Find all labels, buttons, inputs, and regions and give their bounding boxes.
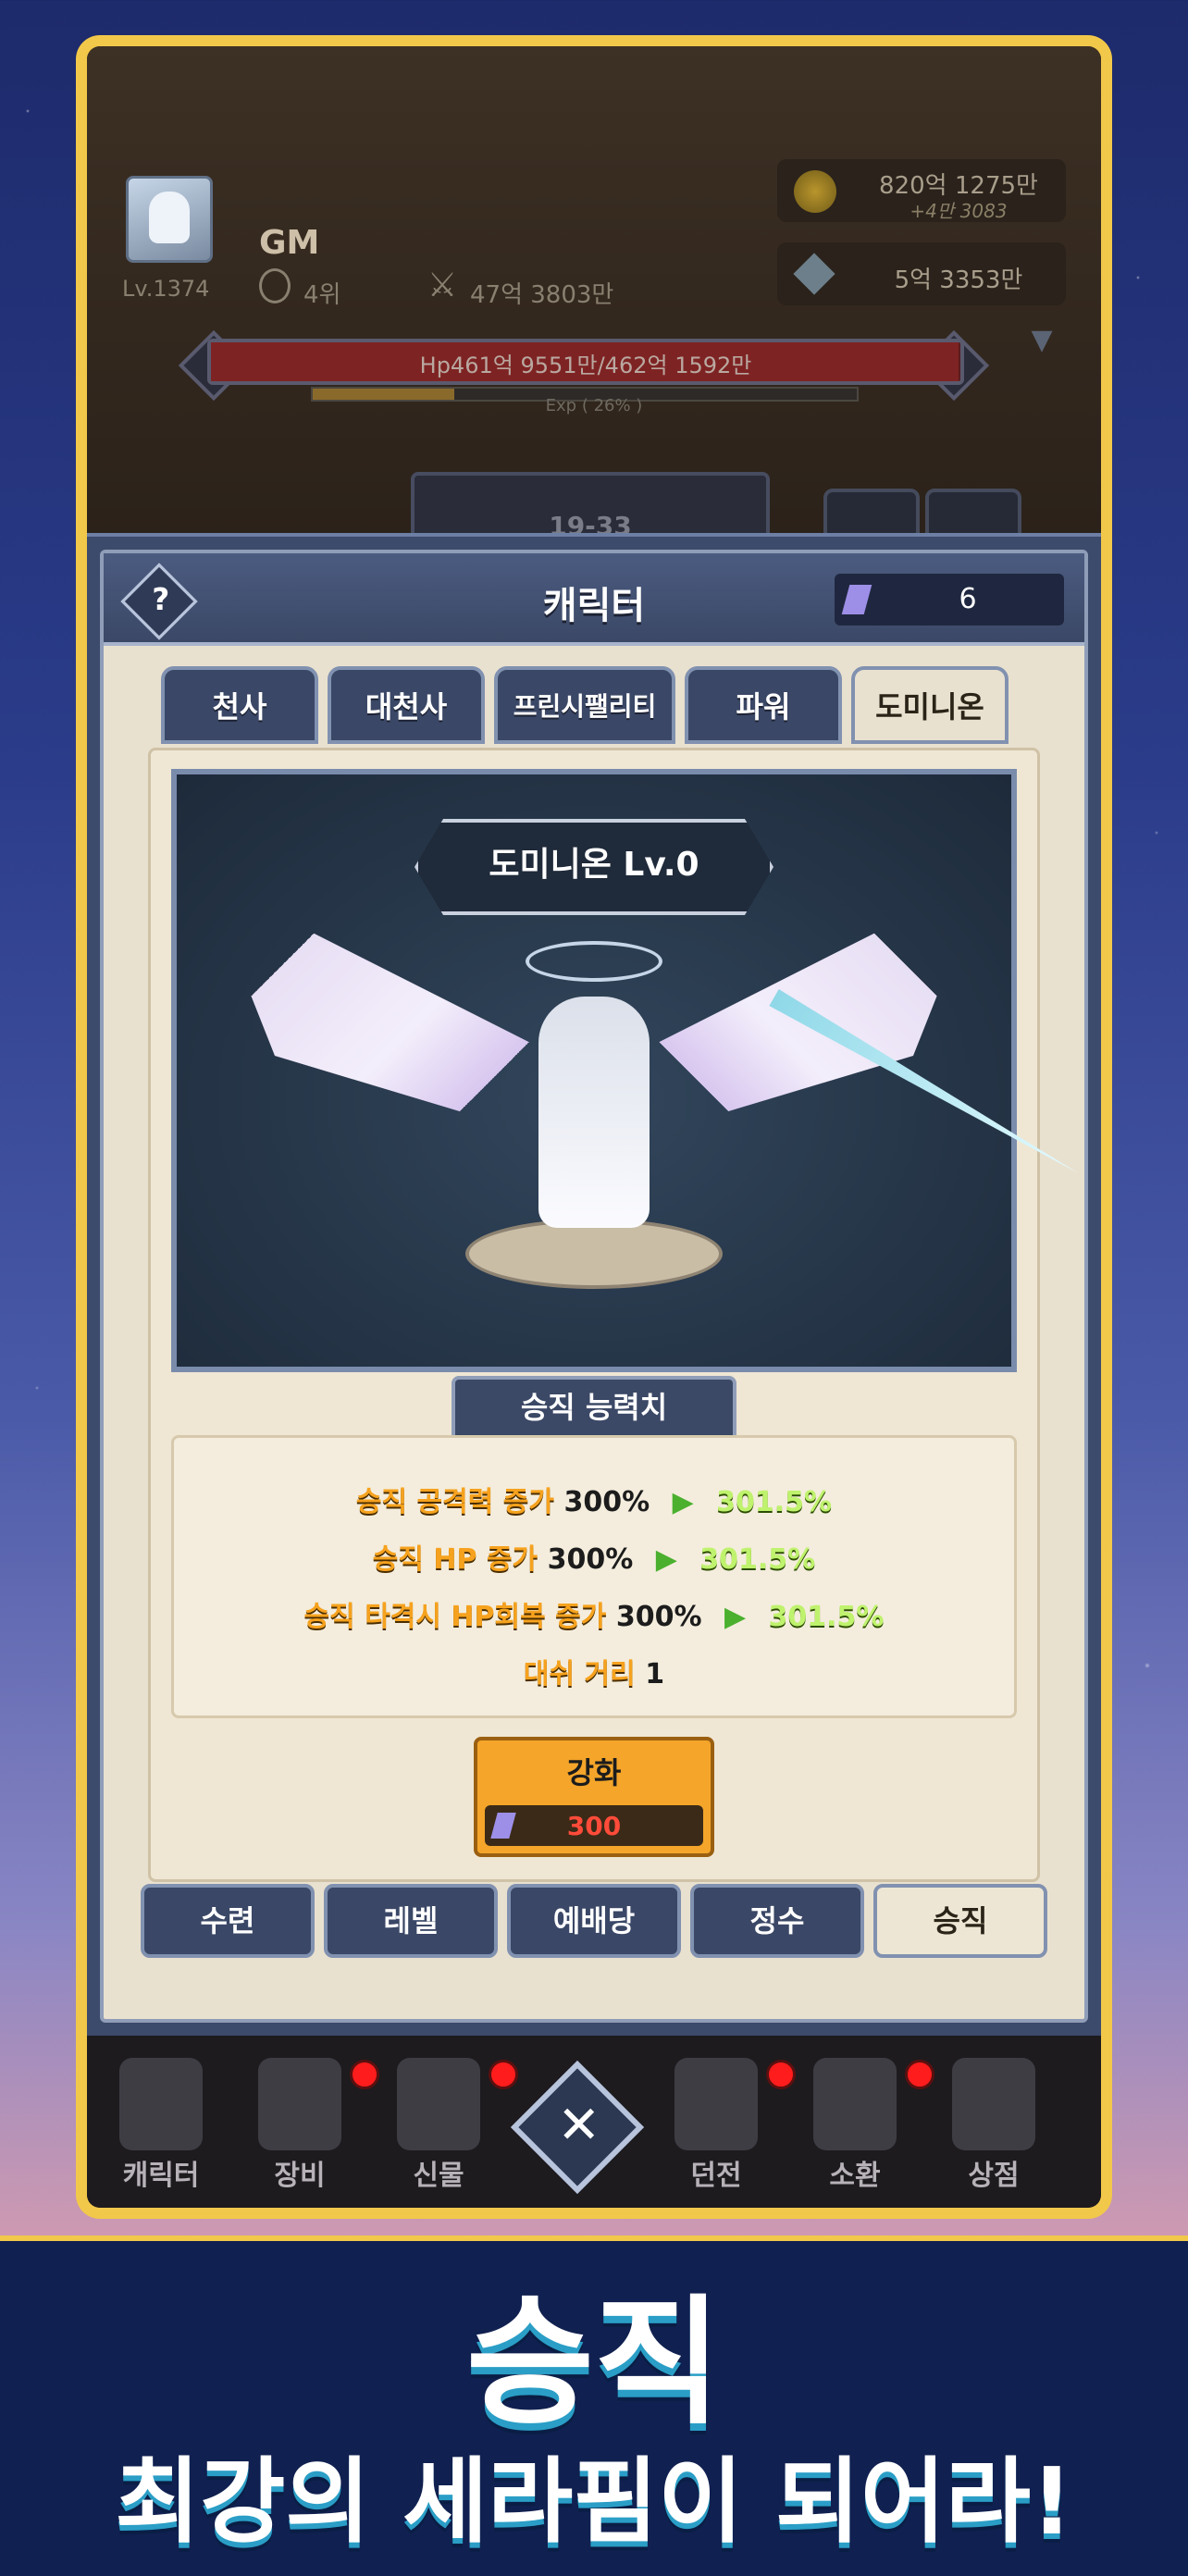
banner-title: 승직 xyxy=(465,2283,722,2444)
tab-training[interactable]: 수련 xyxy=(141,1884,315,1958)
nav-artifact[interactable]: 신물 xyxy=(374,2052,518,2192)
arrow-icon: ▶ xyxy=(724,1601,747,1633)
tab-essence[interactable]: 정수 xyxy=(690,1884,864,1958)
nav-dungeon[interactable]: 던전 xyxy=(651,2052,796,2192)
player-level: Lv.1374 xyxy=(122,276,210,302)
castle-icon xyxy=(674,2058,758,2150)
stat-name: 승직 HP 증가 xyxy=(372,1543,538,1576)
stats-box: 승직 공격력 증가 300% ▶ 301.5% 승직 HP 증가 300% ▶ … xyxy=(171,1435,1017,1718)
pedestal-image xyxy=(465,1219,723,1289)
stat-row: 승직 HP 증가 300% ▶ 301.5% xyxy=(174,1536,1014,1577)
nav-character[interactable]: 캐릭터 xyxy=(96,2052,226,2192)
ticket-count: 6 xyxy=(959,583,977,615)
nav-equipment[interactable]: 장비 xyxy=(235,2052,379,2192)
tab-level[interactable]: 레벨 xyxy=(324,1884,498,1958)
shop-icon xyxy=(952,2058,1035,2150)
tab-principality[interactable]: 프린시팰리티 xyxy=(494,666,675,744)
nav-close[interactable]: ✕ xyxy=(510,2052,645,2195)
rank-tabs: 천사 대천사 프린시팰리티 파워 도미니온 xyxy=(161,666,1031,746)
player-rank: 4위 xyxy=(303,281,341,309)
rank-level-title: 도미니온 Lv.0 xyxy=(415,819,773,915)
character-icon xyxy=(119,2058,203,2150)
crystal-icon xyxy=(841,585,872,614)
stat-name: 대쉬 거리 xyxy=(523,1658,636,1690)
upgrade-label: 강화 xyxy=(566,1755,622,1790)
arrow-icon: ▶ xyxy=(655,1543,677,1576)
nav-label: 던전 xyxy=(690,2160,742,2192)
stat-next-value: 301.5% xyxy=(716,1486,833,1518)
character-art: 도미니온 Lv.0 xyxy=(171,769,1017,1372)
game-screen: Lv.1374 GM 4위 ⚔ 47억 3803만 820억 1275만 +4만… xyxy=(87,46,1101,2208)
nav-label: 장비 xyxy=(274,2160,326,2192)
gold-display: 820억 1275만 +4만 3083 xyxy=(777,159,1066,222)
tab-chapel[interactable]: 예배당 xyxy=(507,1884,681,1958)
player-name: GM xyxy=(259,224,320,262)
close-icon: ✕ xyxy=(557,2095,601,2156)
halo-image xyxy=(526,941,662,982)
exp-text: Exp ( 26% ) xyxy=(545,396,643,415)
stat-next-value: 301.5% xyxy=(699,1543,816,1576)
combat-power: 47억 3803만 xyxy=(470,281,614,309)
stat-value: 300% xyxy=(547,1543,634,1576)
upgrade-cost: 300 xyxy=(485,1805,703,1846)
tab-promotion[interactable]: 승직 xyxy=(873,1884,1047,1958)
power-icon: ⚔ xyxy=(427,266,458,304)
stat-value: 1 xyxy=(645,1658,665,1690)
gold-rate: +4만 3083 xyxy=(910,200,1008,222)
gem-amount: 5억 3353만 xyxy=(894,266,1023,294)
stat-value: 300% xyxy=(615,1601,702,1633)
character-sprite xyxy=(538,997,650,1228)
tab-power[interactable]: 파워 xyxy=(685,666,842,744)
stat-next-value: 301.5% xyxy=(768,1601,885,1633)
banner-subtitle: 최강의 세라핌이 되어라! xyxy=(115,2447,1073,2556)
phone-frame: Lv.1374 GM 4위 ⚔ 47억 3803만 820억 1275만 +4만… xyxy=(76,35,1112,2219)
player-avatar[interactable] xyxy=(126,176,213,263)
hp-bar: Hp461억 9551만/462억 1592만 xyxy=(207,339,964,385)
sub-menu-tabs: 수련 레벨 예배당 정수 승직 xyxy=(141,1884,1047,1960)
nav-summon[interactable]: 소환 xyxy=(790,2052,934,2192)
panel-header: ? 캐릭터 6 xyxy=(104,553,1084,646)
stat-row: 승직 타격시 HP회복 증가 300% ▶ 301.5% xyxy=(174,1593,1014,1634)
tab-archangel[interactable]: 대천사 xyxy=(328,666,485,744)
promo-banner: 승직 최강의 세라핌이 되어라! xyxy=(0,2235,1188,2576)
coin-icon xyxy=(794,170,836,213)
stat-name: 승직 타격시 HP회복 증가 xyxy=(303,1601,607,1633)
arrow-icon: ▶ xyxy=(672,1486,694,1518)
stat-row: 대쉬 거리 1 xyxy=(174,1651,1014,1691)
summon-icon xyxy=(813,2058,897,2150)
hp-text: Hp461억 9551만/462억 1592만 xyxy=(419,353,752,378)
stats-header: 승직 능력치 xyxy=(452,1376,736,1443)
bottom-navigation: 캐릭터 장비 신물 ✕ 던전 소환 상점 xyxy=(87,2036,1101,2208)
nav-label: 신물 xyxy=(413,2160,464,2192)
nav-shop[interactable]: 상점 xyxy=(929,2052,1058,2192)
stat-value: 300% xyxy=(563,1486,650,1518)
chevron-down-icon[interactable]: ▼ xyxy=(1020,324,1064,357)
armor-icon xyxy=(258,2058,341,2150)
panel-body: ? 캐릭터 6 천사 대천사 프린시팰리티 파워 도미니온 도미니온 Lv.0 … xyxy=(100,550,1088,2023)
tab-angel[interactable]: 천사 xyxy=(161,666,318,744)
nav-label: 상점 xyxy=(968,2160,1020,2192)
stat-name: 승직 공격력 증가 xyxy=(355,1486,554,1518)
tab-content: 도미니온 Lv.0 승직 능력치 승직 공격력 증가 300% ▶ 301.5%… xyxy=(148,748,1040,1882)
stat-row: 승직 공격력 증가 300% ▶ 301.5% xyxy=(174,1479,1014,1519)
gem-icon xyxy=(793,253,835,295)
ticket-counter: 6 xyxy=(835,574,1064,625)
character-panel: ? 캐릭터 6 천사 대천사 프린시팰리티 파워 도미니온 도미니온 Lv.0 … xyxy=(87,533,1101,2036)
nav-label: 소환 xyxy=(829,2160,881,2192)
close-button[interactable]: ✕ xyxy=(510,2060,645,2195)
upgrade-cost-value: 300 xyxy=(566,1811,622,1841)
upgrade-button[interactable]: 강화 300 xyxy=(474,1737,714,1857)
rank-icon xyxy=(259,268,291,303)
gem-display: 5억 3353만 xyxy=(777,242,1066,305)
nav-label: 캐릭터 xyxy=(122,2160,200,2192)
crystal-icon xyxy=(397,2058,480,2150)
tab-dominion[interactable]: 도미니온 xyxy=(851,666,1009,744)
